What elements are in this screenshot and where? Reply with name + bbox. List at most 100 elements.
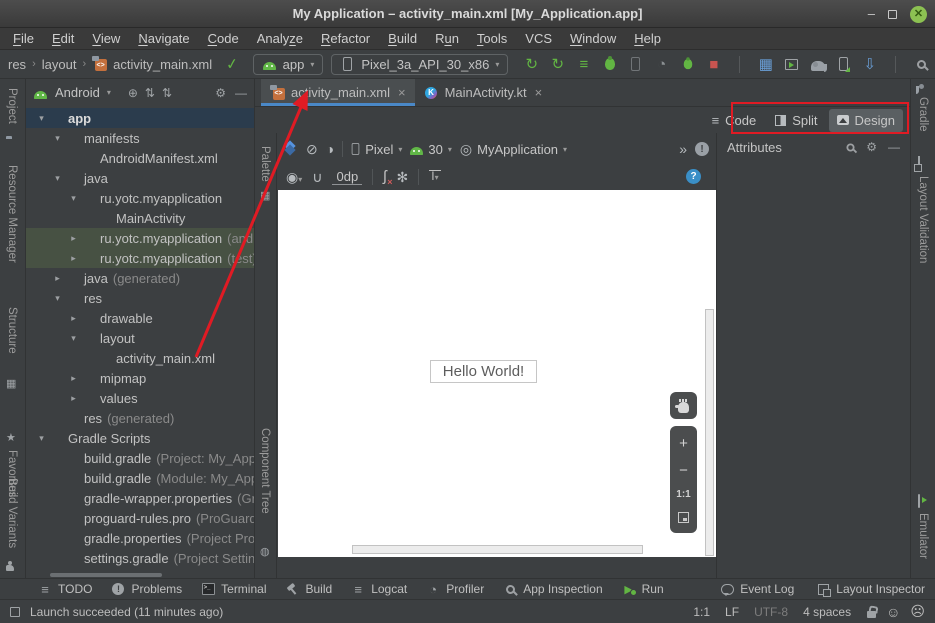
menu-item[interactable]: Navigate <box>129 31 198 46</box>
tree-row[interactable]: gradle-wrapper.properties (Gradle Versio… <box>26 488 254 508</box>
tree-toggle-arrow[interactable]: ▸ <box>67 393 80 404</box>
zoom-to-fit-icon[interactable] <box>678 512 689 523</box>
tree-toggle-arrow[interactable]: ▸ <box>67 233 80 244</box>
tree-toggle-arrow[interactable]: ▾ <box>35 113 48 124</box>
tree-row[interactable]: activity_main.xml <box>26 348 254 368</box>
device-for-preview-dropdown[interactable]: Pixel ▾ <box>351 142 402 157</box>
tree-toggle-arrow[interactable]: ▸ <box>51 273 64 284</box>
tree-row[interactable]: ▸ java (generated) <box>26 268 254 288</box>
sidebar-item-gradle[interactable]: Gradle <box>917 97 929 132</box>
run-tab[interactable]: ▶ Run <box>622 582 664 596</box>
api-version-dropdown[interactable]: 30 ▾ <box>410 142 451 157</box>
tree-row[interactable]: MainActivity <box>26 208 254 228</box>
tree-row[interactable]: ▸ ru.yotc.myapplication (androidTest) <box>26 228 254 248</box>
status-item[interactable]: UTF-8 <box>754 605 788 619</box>
overflow-actions-icon[interactable]: » <box>679 142 687 156</box>
menu-item[interactable]: VCS <box>516 31 561 46</box>
menu-item[interactable]: File <box>4 31 43 46</box>
project-view-selector[interactable]: Android <box>55 85 100 100</box>
search-icon[interactable] <box>847 143 855 151</box>
logcat-tab[interactable]: ≡ Logcat <box>351 582 407 596</box>
menu-item[interactable]: Build <box>379 31 426 46</box>
menu-item[interactable]: Window <box>561 31 625 46</box>
menu-item[interactable]: Edit <box>43 31 83 46</box>
app-inspection-tab[interactable]: App Inspection <box>503 582 602 596</box>
tree-toggle-arrow[interactable]: ▾ <box>51 133 64 144</box>
gear-icon[interactable]: ⚙ <box>866 140 877 154</box>
tree-row[interactable]: ▸ values <box>26 388 254 408</box>
breadcrumb-res[interactable]: res <box>8 57 26 72</box>
tree-row[interactable]: local.properties (SDK Location) <box>26 568 254 572</box>
zoom-out-button[interactable]: − <box>679 463 688 478</box>
tree-toggle-arrow[interactable]: ▾ <box>51 293 64 304</box>
event-log-button[interactable]: Event Log <box>720 582 794 596</box>
breadcrumb-file[interactable]: activity_main.xml <box>113 57 212 72</box>
lock-icon[interactable] <box>867 611 876 618</box>
device-dropdown[interactable]: Pixel_3a_API_30_x86 ▾ <box>331 54 508 75</box>
close-tab-icon[interactable]: × <box>398 85 406 100</box>
sidebar-item-structure[interactable]: Structure <box>6 307 18 354</box>
clear-constraints-icon[interactable]: ʃ <box>383 168 386 185</box>
zoom-in-button[interactable]: + <box>679 436 688 451</box>
todo-tab[interactable]: ≡ TODO <box>38 582 92 596</box>
sidebar-item-build-variants[interactable]: Build Variants <box>6 478 18 548</box>
tab-mainactivity-kt[interactable]: MainActivity.kt × <box>415 79 552 106</box>
tree-row[interactable]: settings.gradle (Project Settings) <box>26 548 254 568</box>
tree-row[interactable]: build.gradle (Module: My_Application.app… <box>26 468 254 488</box>
infer-constraints-icon[interactable]: ✻ <box>397 170 409 184</box>
collapse-all-icon[interactable]: ⇅ <box>162 86 172 100</box>
component-tree-collapsed-label[interactable]: Component Tree <box>259 428 271 514</box>
align-pack-icon[interactable]: I▾ <box>429 170 440 183</box>
design-canvas[interactable]: Hello World! + − 1:1 <box>278 190 716 557</box>
tree-row[interactable]: ▾ Gradle Scripts <box>26 428 254 448</box>
code-mode-button[interactable]: ≡ Code <box>704 109 765 132</box>
menu-item[interactable]: Refactor <box>312 31 379 46</box>
run-configuration-dropdown[interactable]: app ▾ <box>253 54 324 75</box>
tree-row[interactable]: res (generated) <box>26 408 254 428</box>
sidebar-item-resource-manager[interactable]: Resource Manager <box>6 165 18 263</box>
tree-row[interactable]: gradle.properties (Project Properties) <box>26 528 254 548</box>
textview-hello-world[interactable]: Hello World! <box>430 360 537 383</box>
locate-file-icon[interactable]: ⊕ <box>128 86 138 100</box>
design-mode-button[interactable]: Design <box>829 109 903 132</box>
expand-all-icon[interactable]: ⇅ <box>145 86 155 100</box>
minimize-icon[interactable]: – <box>868 7 875 21</box>
tree-row[interactable]: ▾ res <box>26 288 254 308</box>
tree-horizontal-scrollbar[interactable] <box>50 573 162 577</box>
tree-toggle-arrow[interactable]: ▸ <box>67 253 80 264</box>
menu-item[interactable]: Help <box>625 31 670 46</box>
menu-item[interactable]: Code <box>199 31 248 46</box>
theme-dropdown[interactable]: ◎ MyApplication ▾ <box>460 142 567 157</box>
tree-row[interactable]: ▾ manifests <box>26 128 254 148</box>
hide-panel-icon[interactable]: — <box>235 86 247 100</box>
sad-feedback-icon[interactable]: ☹ <box>910 603 925 620</box>
tree-toggle-arrow[interactable]: ▾ <box>67 193 80 204</box>
palette-collapsed-label[interactable]: Palette <box>259 146 271 182</box>
design-surface-icon[interactable] <box>284 142 298 156</box>
sidebar-item-emulator[interactable]: Emulator <box>917 513 929 559</box>
orientation-icon[interactable]: ⊘ <box>306 142 318 156</box>
tree-toggle-arrow[interactable]: ▾ <box>67 333 80 344</box>
zoom-to-100-button[interactable]: 1:1 <box>676 489 690 500</box>
restore-icon[interactable] <box>888 10 897 19</box>
close-tab-icon[interactable]: × <box>535 85 543 100</box>
pan-button[interactable] <box>670 392 697 419</box>
status-item[interactable]: LF <box>725 605 739 619</box>
profiler-tab[interactable]: ◔ Profiler <box>426 582 484 596</box>
breadcrumb-layout[interactable]: layout <box>42 57 77 72</box>
status-item[interactable]: 1:1 <box>693 605 710 619</box>
inspection-status-icon[interactable]: ✓ <box>225 56 240 73</box>
tree-row[interactable]: ▾ layout <box>26 328 254 348</box>
tree-toggle-arrow[interactable]: ▸ <box>67 373 80 384</box>
build-tab[interactable]: Build <box>286 582 333 596</box>
tree-row[interactable]: ▾ app <box>26 108 254 128</box>
tree-row[interactable]: ▾ ru.yotc.myapplication <box>26 188 254 208</box>
tree-toggle-arrow[interactable]: ▾ <box>51 173 64 184</box>
menu-item[interactable]: Tools <box>468 31 516 46</box>
night-mode-icon[interactable]: ◑ <box>326 142 334 156</box>
tab-activity-main-xml[interactable]: activity_main.xml × <box>261 79 415 106</box>
tree-toggle-arrow[interactable]: ▾ <box>35 433 48 444</box>
canvas-vertical-scrollbar[interactable] <box>705 309 714 556</box>
close-icon[interactable]: ✕ <box>910 6 927 23</box>
tree-row[interactable]: ▸ drawable <box>26 308 254 328</box>
